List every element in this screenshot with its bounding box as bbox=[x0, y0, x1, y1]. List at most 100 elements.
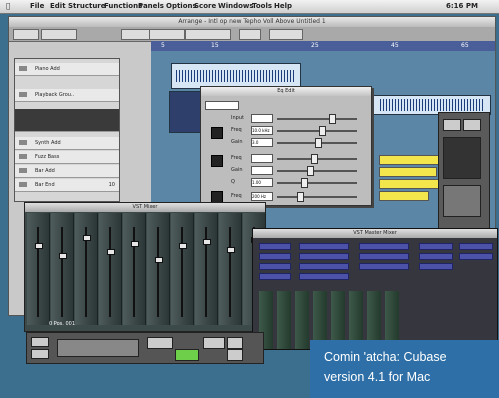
track-row[interactable]: Bar End 10 bbox=[15, 179, 119, 192]
channel-fader[interactable] bbox=[35, 243, 43, 249]
eq-knob[interactable] bbox=[311, 154, 318, 164]
midi-part[interactable] bbox=[379, 167, 437, 177]
play-button[interactable] bbox=[175, 349, 199, 361]
insert-slot[interactable] bbox=[299, 243, 349, 250]
eq-slider[interactable] bbox=[277, 170, 357, 172]
track-row[interactable]: Piano Add bbox=[15, 63, 119, 76]
timeline-ruler[interactable]: 5 15 25 45 65 bbox=[151, 41, 495, 51]
eq-value[interactable] bbox=[251, 114, 273, 123]
arrange-title[interactable]: Arrange - Intl op new Tepho Voll Above U… bbox=[9, 17, 495, 27]
insert-slot[interactable] bbox=[359, 243, 409, 250]
eq-knob[interactable] bbox=[319, 126, 326, 136]
toolbar-field[interactable] bbox=[121, 29, 151, 40]
track-row[interactable]: Fuzz Bass bbox=[15, 151, 119, 164]
eq-dialog: Eq Edit Input Freq 10.0 kHz Gain 3.0 Fre… bbox=[200, 86, 372, 206]
eq-slider[interactable] bbox=[277, 130, 357, 132]
eq-value[interactable]: 3.0 bbox=[251, 138, 273, 147]
apple-icon[interactable]:  bbox=[6, 2, 10, 10]
arrange-toolbar bbox=[9, 27, 495, 42]
insert-slot[interactable] bbox=[259, 263, 291, 270]
track-row[interactable]: Synth Add bbox=[15, 137, 119, 150]
record-button[interactable] bbox=[227, 337, 243, 349]
eq-label: Gain bbox=[231, 167, 243, 173]
eq-slider[interactable] bbox=[277, 182, 357, 184]
insert-slot[interactable] bbox=[299, 263, 349, 270]
track-row[interactable]: Playback Grou.. bbox=[15, 89, 119, 102]
eq-value[interactable]: 1.00 bbox=[251, 178, 273, 187]
channel-strip bbox=[147, 213, 170, 325]
eq-knob[interactable] bbox=[329, 114, 336, 124]
panel-button[interactable] bbox=[463, 119, 481, 131]
insert-slot[interactable] bbox=[359, 263, 409, 270]
transport-button[interactable] bbox=[31, 337, 49, 347]
eq-slider[interactable] bbox=[277, 196, 357, 198]
menu-bar:  File Edit Structure Functions Panels O… bbox=[0, 0, 499, 14]
toolbar-field[interactable] bbox=[149, 29, 185, 40]
menu-tools[interactable]: Tools bbox=[252, 2, 272, 10]
channel-fader[interactable] bbox=[59, 253, 67, 259]
channel-fader[interactable] bbox=[107, 249, 115, 255]
mixer-title[interactable]: VST Mixer bbox=[25, 203, 265, 212]
master-mixer-title[interactable]: VST Master Mixer bbox=[253, 229, 497, 238]
menu-windows[interactable]: Windows bbox=[218, 2, 254, 10]
transport-button[interactable] bbox=[31, 349, 49, 359]
insert-slot[interactable] bbox=[459, 253, 493, 260]
channel-strip bbox=[75, 213, 98, 325]
menu-options[interactable]: Options bbox=[166, 2, 197, 10]
menu-edit[interactable]: Edit bbox=[50, 2, 66, 10]
eq-band-icon[interactable] bbox=[211, 127, 223, 139]
waveform bbox=[380, 99, 484, 111]
eq-knob[interactable] bbox=[315, 138, 322, 148]
eq-band-icon[interactable] bbox=[211, 155, 223, 167]
insert-slot[interactable] bbox=[419, 263, 453, 270]
toolbar-field[interactable] bbox=[41, 29, 77, 40]
insert-slot[interactable] bbox=[299, 273, 349, 280]
menu-structure[interactable]: Structure bbox=[68, 2, 106, 10]
channel-fader[interactable] bbox=[155, 257, 163, 263]
menu-help[interactable]: Help bbox=[274, 2, 292, 10]
insert-slot[interactable] bbox=[419, 243, 453, 250]
eq-preset-field[interactable] bbox=[205, 101, 239, 110]
midi-part[interactable] bbox=[379, 179, 441, 189]
track-label: Bar End bbox=[35, 182, 55, 188]
insert-slot[interactable] bbox=[459, 243, 493, 250]
ruler-mark: 25 bbox=[311, 42, 319, 49]
menu-file[interactable]: File bbox=[30, 2, 44, 10]
toolbar-field[interactable] bbox=[239, 29, 261, 40]
toolbar-field[interactable] bbox=[13, 29, 39, 40]
channel-fader[interactable] bbox=[179, 243, 187, 249]
channel-fader[interactable] bbox=[203, 239, 211, 245]
midi-part[interactable] bbox=[379, 191, 429, 201]
channel-fader[interactable] bbox=[83, 235, 91, 241]
insert-slot[interactable] bbox=[419, 253, 453, 260]
menu-score[interactable]: Score bbox=[194, 2, 216, 10]
toolbar-field[interactable] bbox=[185, 29, 231, 40]
menu-functions[interactable]: Functions bbox=[104, 2, 142, 10]
eq-value[interactable] bbox=[251, 154, 273, 163]
rewind-button[interactable] bbox=[147, 337, 173, 349]
insert-slot[interactable] bbox=[299, 253, 349, 260]
eq-knob[interactable] bbox=[301, 178, 308, 188]
insert-slot[interactable] bbox=[259, 273, 291, 280]
channel-fader[interactable] bbox=[131, 241, 139, 247]
channel-fader[interactable] bbox=[227, 247, 235, 253]
menu-panels[interactable]: Panels bbox=[138, 2, 164, 10]
toolbar-field[interactable] bbox=[269, 29, 303, 40]
eq-value[interactable]: 10.0 kHz bbox=[251, 126, 273, 135]
eq-slider[interactable] bbox=[277, 118, 357, 120]
eq-knob[interactable] bbox=[297, 192, 304, 202]
cycle-button[interactable] bbox=[227, 349, 243, 361]
stop-button[interactable] bbox=[203, 337, 225, 349]
eq-title[interactable]: Eq Edit bbox=[201, 87, 371, 96]
insert-slot[interactable] bbox=[259, 243, 291, 250]
panel-button[interactable] bbox=[443, 119, 461, 131]
channel-strip bbox=[123, 213, 146, 325]
track-row-selected[interactable] bbox=[15, 109, 119, 132]
insert-slot[interactable] bbox=[259, 253, 291, 260]
midi-part[interactable] bbox=[379, 155, 441, 165]
eq-knob[interactable] bbox=[307, 166, 314, 176]
track-row[interactable]: Bar Add bbox=[15, 165, 119, 178]
insert-slot[interactable] bbox=[359, 253, 409, 260]
eq-value[interactable] bbox=[251, 166, 273, 175]
eq-value[interactable]: 200 Hz bbox=[251, 192, 273, 201]
